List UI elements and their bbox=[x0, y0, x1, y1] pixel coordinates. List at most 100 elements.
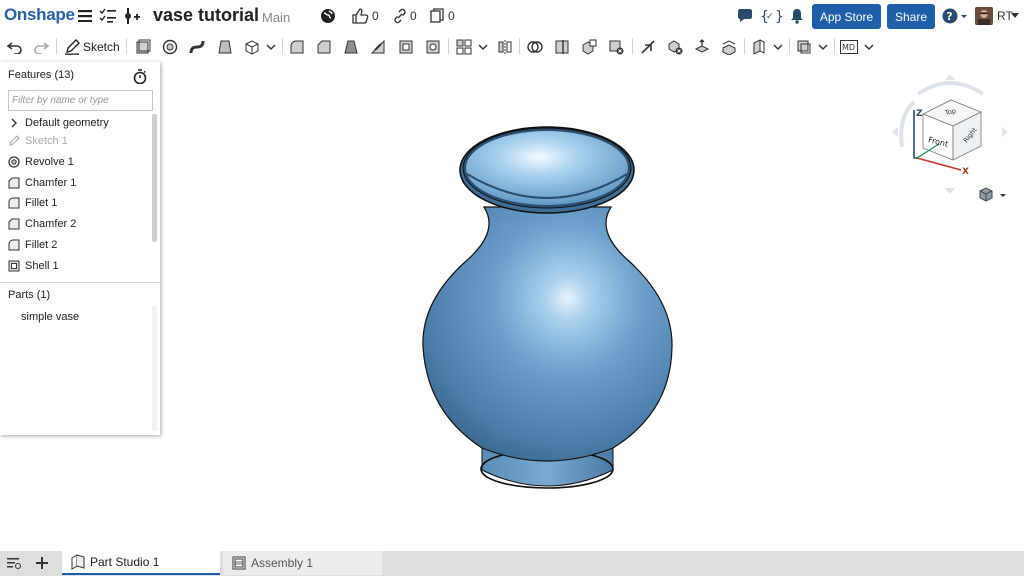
svg-text:}: } bbox=[775, 9, 782, 25]
variable-studio-icon[interactable]: {✓} bbox=[760, 6, 782, 26]
feature-item-revolve-1[interactable]: Revolve 1 bbox=[8, 153, 74, 171]
chevron-right-icon[interactable] bbox=[8, 117, 20, 129]
vase-model[interactable] bbox=[415, 122, 680, 494]
undo-icon[interactable] bbox=[6, 38, 24, 56]
custom-feature-chevron-icon[interactable] bbox=[864, 43, 874, 51]
mate-connector-icon[interactable] bbox=[795, 38, 813, 56]
chamfer-icon bbox=[8, 218, 20, 230]
sketch-pencil-icon[interactable] bbox=[63, 38, 81, 56]
like-icon[interactable] bbox=[350, 6, 370, 26]
globe-icon[interactable] bbox=[318, 6, 338, 26]
hole-icon[interactable] bbox=[424, 38, 442, 56]
svg-text:✓: ✓ bbox=[766, 12, 774, 22]
delete-part-icon[interactable] bbox=[607, 38, 625, 56]
rollback-timer-icon[interactable] bbox=[133, 69, 147, 84]
feature-item-label: Default geometry bbox=[25, 117, 109, 129]
insert-icon[interactable] bbox=[123, 6, 143, 26]
share-button[interactable]: Share bbox=[887, 4, 935, 29]
rib-icon[interactable] bbox=[369, 38, 387, 56]
axis-x-label: X bbox=[962, 167, 969, 177]
sweep-icon[interactable] bbox=[188, 38, 206, 56]
toolbar-divider bbox=[632, 38, 633, 54]
feature-item-fillet-1[interactable]: Fillet 1 bbox=[8, 194, 57, 212]
feature-item-label: Shell 1 bbox=[25, 260, 59, 272]
app-store-button[interactable]: App Store bbox=[812, 4, 881, 29]
thicken-icon[interactable] bbox=[243, 38, 261, 56]
notifications-bell-icon[interactable] bbox=[787, 6, 807, 26]
replace-face-icon[interactable] bbox=[720, 38, 738, 56]
mirror-icon[interactable] bbox=[496, 38, 514, 56]
parts-list-title[interactable]: Parts (1) bbox=[8, 289, 50, 301]
toolbar-divider bbox=[282, 38, 283, 54]
comments-icon[interactable] bbox=[735, 6, 755, 26]
toolbar-divider bbox=[834, 38, 835, 54]
feature-item-shell-1[interactable]: Shell 1 bbox=[8, 257, 59, 275]
move-face-icon[interactable] bbox=[693, 38, 711, 56]
panel-divider bbox=[0, 282, 160, 283]
redo-icon[interactable] bbox=[32, 38, 50, 56]
plane-icon[interactable] bbox=[750, 38, 768, 56]
more-tools-chevron-icon[interactable] bbox=[266, 43, 276, 51]
fillet-icon[interactable] bbox=[288, 38, 306, 56]
svg-text:MD: MD bbox=[842, 43, 855, 52]
features-panel-title: Features (13) bbox=[8, 69, 75, 81]
part-item-simple-vase[interactable]: simple vase bbox=[21, 311, 79, 323]
delete-face-icon[interactable] bbox=[666, 38, 684, 56]
feature-item-sketch-1[interactable]: Sketch 1 bbox=[8, 132, 68, 150]
split-icon[interactable] bbox=[553, 38, 571, 56]
tab-label: Part Studio 1 bbox=[90, 555, 160, 569]
boolean-icon[interactable] bbox=[526, 38, 544, 56]
parts-list-scrollbar[interactable] bbox=[152, 306, 157, 431]
feature-filter-placeholder: Filter by name or type bbox=[12, 95, 109, 106]
view-options-dropdown[interactable] bbox=[978, 186, 1010, 204]
loft-icon[interactable] bbox=[216, 38, 234, 56]
mate-chevron-icon[interactable] bbox=[818, 43, 828, 51]
tab-assembly-1[interactable]: Assembly 1 bbox=[223, 551, 382, 575]
pattern-chevron-icon[interactable] bbox=[478, 43, 488, 51]
transform-icon[interactable] bbox=[580, 38, 598, 56]
feature-item-fillet-2[interactable]: Fillet 2 bbox=[8, 236, 57, 254]
copy-icon[interactable] bbox=[427, 6, 447, 26]
tab-part-studio-1[interactable]: Part Studio 1 bbox=[62, 551, 220, 575]
revolve-icon[interactable] bbox=[161, 38, 179, 56]
hamburger-menu-icon[interactable] bbox=[75, 6, 95, 26]
toolbar-divider bbox=[56, 38, 57, 54]
feature-list-scrollbar[interactable] bbox=[152, 114, 157, 242]
copies-count: 0 bbox=[448, 9, 455, 23]
shell-icon[interactable] bbox=[397, 38, 415, 56]
feature-item-label: Fillet 2 bbox=[25, 239, 58, 251]
feature-item-default-geometry[interactable]: Default geometry bbox=[8, 114, 109, 132]
part-studio-icon bbox=[70, 554, 86, 570]
feature-item-label: Fillet 1 bbox=[25, 197, 58, 209]
fillet-icon bbox=[8, 239, 20, 251]
document-title[interactable]: vase tutorial bbox=[153, 5, 259, 26]
draft-icon[interactable] bbox=[342, 38, 360, 56]
feature-item-chamfer-2[interactable]: Chamfer 2 bbox=[8, 215, 76, 233]
modify-fillet-icon[interactable] bbox=[639, 38, 657, 56]
feature-item-chamfer-1[interactable]: Chamfer 1 bbox=[8, 174, 76, 192]
md-custom-feature-icon[interactable]: MD bbox=[840, 38, 858, 56]
help-icon[interactable]: ? bbox=[941, 6, 969, 26]
feature-item-label: Sketch 1 bbox=[25, 135, 68, 147]
plane-chevron-icon[interactable] bbox=[773, 43, 783, 51]
branch-label[interactable]: Main bbox=[262, 10, 290, 25]
view-cube[interactable]: Z X Top Front Right bbox=[888, 72, 1013, 197]
pattern-icon[interactable] bbox=[455, 38, 473, 56]
sketch-button-label[interactable]: Sketch bbox=[83, 40, 120, 54]
links-count: 0 bbox=[410, 9, 417, 23]
toolbar-divider bbox=[789, 38, 790, 54]
onshape-logo[interactable]: Onshape bbox=[4, 5, 75, 25]
feature-list-icon[interactable] bbox=[98, 6, 118, 26]
toolbar-divider bbox=[126, 38, 127, 54]
extrude-icon[interactable] bbox=[134, 38, 152, 56]
svg-text:?: ? bbox=[946, 10, 952, 23]
top-header: Onshape vase tutorial Main 0 0 0 {✓ App… bbox=[0, 0, 1024, 32]
feature-filter-input[interactable]: Filter by name or type bbox=[8, 90, 153, 111]
tab-manager-icon[interactable] bbox=[6, 555, 22, 571]
chamfer-icon[interactable] bbox=[315, 38, 333, 56]
assembly-icon bbox=[231, 555, 247, 571]
link-icon[interactable] bbox=[390, 6, 410, 26]
add-tab-icon[interactable] bbox=[34, 555, 50, 571]
user-menu-chevron-icon[interactable] bbox=[1009, 6, 1021, 26]
user-avatar[interactable] bbox=[975, 7, 993, 25]
